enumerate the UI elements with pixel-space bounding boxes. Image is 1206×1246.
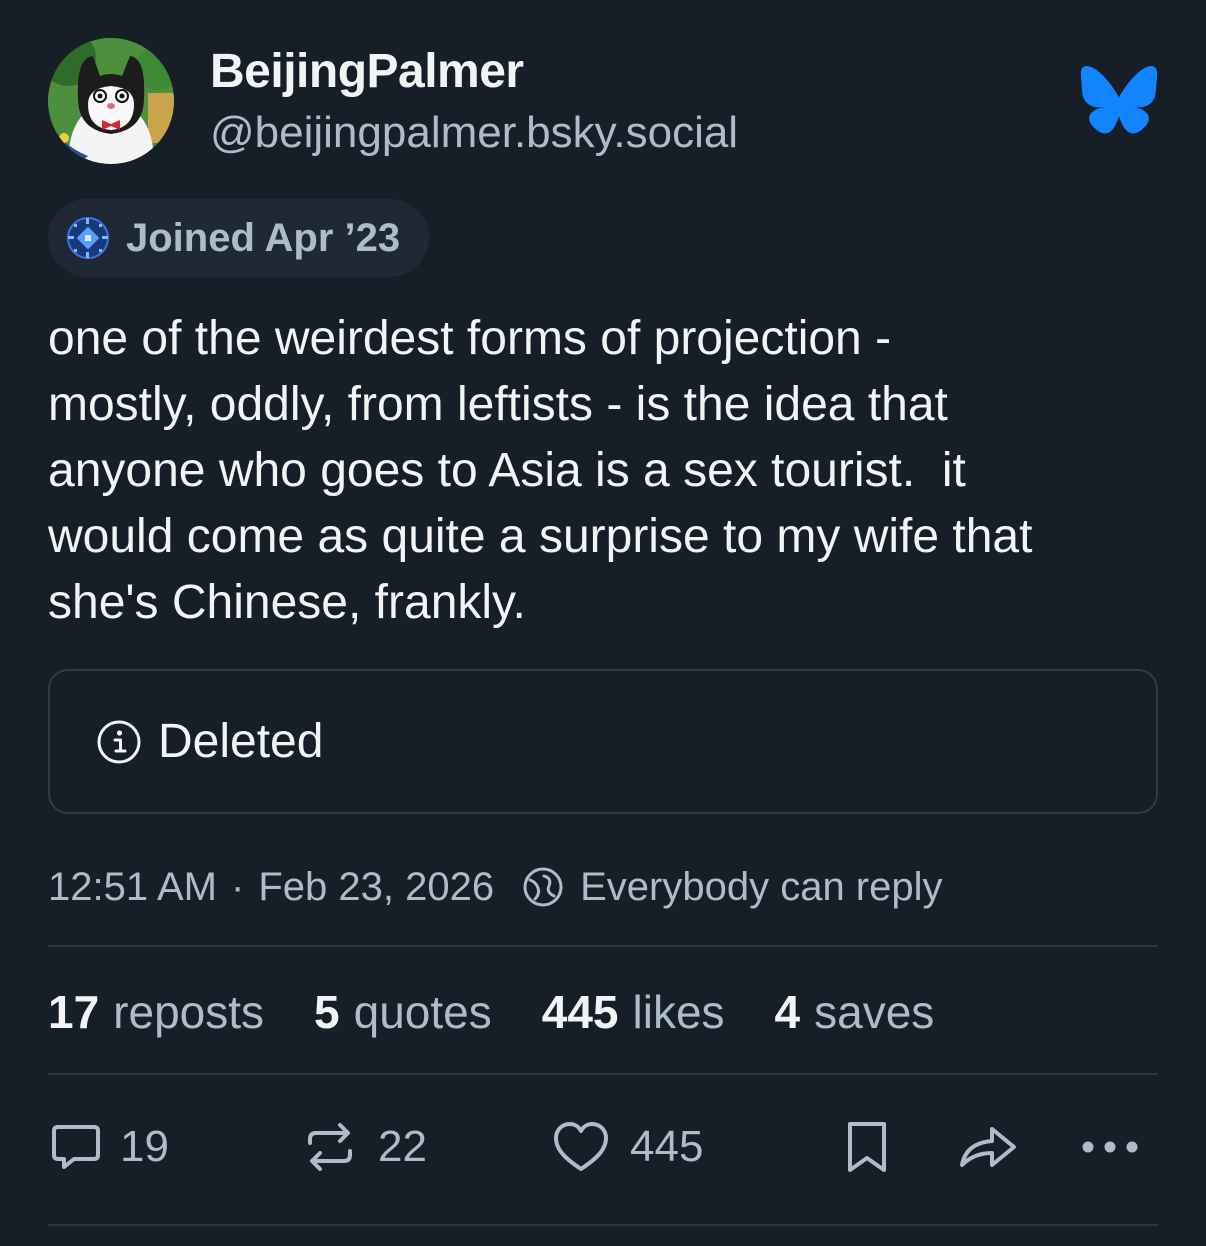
quotes-label: quotes <box>353 986 492 1038</box>
post-text: one of the weirdest forms of projection … <box>48 312 1033 629</box>
like-button[interactable]: 445 <box>552 1116 703 1178</box>
likes-label: likes <box>632 986 725 1038</box>
reposts-stat[interactable]: 17 reposts <box>48 985 264 1039</box>
bookmark-icon <box>848 1122 886 1172</box>
joined-badge[interactable]: Joined Apr ’23 <box>48 199 429 277</box>
info-icon <box>97 720 141 763</box>
likes-count: 445 <box>541 986 619 1038</box>
share-icon <box>960 1127 1016 1167</box>
repost-count: 22 <box>378 1122 427 1171</box>
saves-label: saves <box>814 986 935 1038</box>
saves-stat[interactable]: 4 saves <box>775 985 935 1039</box>
repost-icon <box>308 1123 352 1171</box>
globe-icon <box>523 867 563 907</box>
saves-count: 4 <box>774 986 801 1038</box>
bluesky-butterfly-icon[interactable] <box>1080 65 1158 134</box>
post-actions: 19 22 445 <box>48 1116 1158 1178</box>
heart-icon <box>554 1122 608 1171</box>
avatar-image <box>48 38 174 164</box>
meta-separator: · <box>231 864 245 909</box>
post-thread-page: BeijingPalmer @beijingpalmer.bsky.social <box>0 0 1206 1246</box>
quotes-stat[interactable]: 5 quotes <box>314 985 492 1039</box>
embed-deleted-label: Deleted <box>158 715 324 768</box>
divider <box>48 1224 1158 1226</box>
quoted-post-embed: Deleted <box>48 669 1158 814</box>
avatar[interactable] <box>48 38 174 164</box>
repost-button[interactable]: 22 <box>302 1116 427 1178</box>
reposts-label: reposts <box>113 986 265 1038</box>
divider <box>48 945 1158 947</box>
divider <box>48 1073 1158 1075</box>
author-handle[interactable]: @beijingpalmer.bsky.social <box>210 108 738 158</box>
share-button[interactable] <box>956 1116 1020 1178</box>
post-time: 12:51 AM <box>48 864 218 909</box>
post-date: Feb 23, 2026 <box>258 864 495 909</box>
reply-button[interactable]: 19 <box>48 1116 169 1178</box>
author-display-name[interactable]: BeijingPalmer <box>210 44 524 99</box>
joined-badge-icon <box>67 217 109 259</box>
post-meta: 12:51 AM · Feb 23, 2026 Everybody can re… <box>48 860 943 914</box>
joined-badge-label: Joined Apr ’23 <box>126 215 401 260</box>
reply-setting[interactable]: Everybody can reply <box>580 865 942 910</box>
like-count: 445 <box>630 1122 704 1171</box>
bookmark-button[interactable] <box>842 1116 892 1178</box>
reply-icon <box>52 1125 100 1169</box>
post-header: BeijingPalmer @beijingpalmer.bsky.social <box>48 38 1158 164</box>
reply-count: 19 <box>120 1122 169 1171</box>
quotes-count: 5 <box>314 986 340 1038</box>
reposts-count: 17 <box>48 986 100 1038</box>
engagement-stats: 17 reposts 5 quotes 445 likes 4 saves <box>48 982 984 1042</box>
more-icon <box>1082 1141 1138 1153</box>
more-options-button[interactable] <box>1078 1116 1142 1178</box>
likes-stat[interactable]: 445 likes <box>542 985 725 1039</box>
